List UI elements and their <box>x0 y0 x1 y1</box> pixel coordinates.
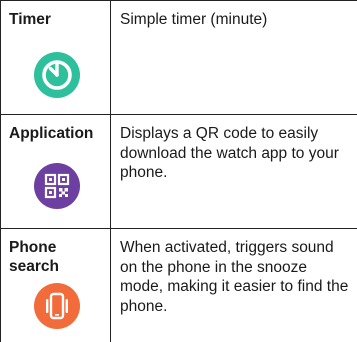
feature-description: Simple timer (minute) <box>120 11 268 28</box>
timer-icon <box>34 52 80 98</box>
table-row-phone-search: Phone search When activated, triggers so… <box>0 228 357 342</box>
feature-cell: Timer <box>0 0 111 114</box>
description-cell: When activated, triggers sound on the ph… <box>111 228 357 342</box>
feature-name: Timer <box>9 11 51 28</box>
table-row-timer: Timer Simple timer (minute) <box>0 0 357 114</box>
feature-cell: Phone search <box>0 228 111 342</box>
description-cell: Displays a QR code to easily download th… <box>111 114 357 228</box>
phone-vibrate-icon <box>34 283 80 329</box>
description-cell: Simple timer (minute) <box>111 0 357 114</box>
qr-code-icon <box>34 163 80 209</box>
feature-description: Displays a QR code to easily download th… <box>120 125 339 181</box>
feature-table: Timer Simple timer (minute) Application <box>0 0 357 342</box>
table-row-application: Application Displays a QR code to easily… <box>0 114 357 228</box>
feature-description: When activated, triggers sound on the ph… <box>120 239 349 315</box>
feature-name: Phone search <box>9 239 59 275</box>
feature-name: Application <box>9 125 94 142</box>
feature-cell: Application <box>0 114 111 228</box>
